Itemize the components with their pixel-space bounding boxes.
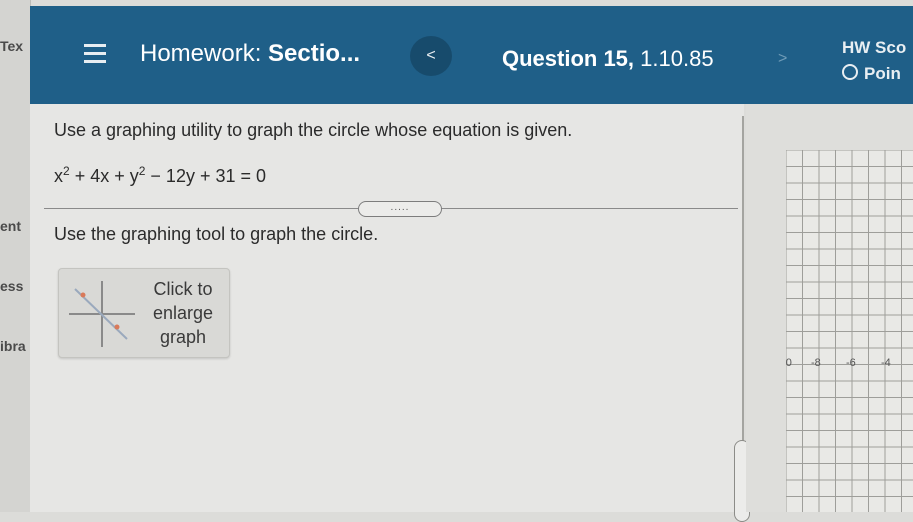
graphing-grid[interactable]: -10 -8 -6 -4 — [786, 150, 913, 512]
background-label: ess — [0, 278, 24, 294]
chevron-left-icon: < — [426, 47, 436, 64]
question-label: Question 15, — [502, 46, 635, 71]
homework-title: Homework: Sectio... — [140, 40, 360, 68]
hamburger-menu-icon[interactable] — [84, 44, 106, 64]
chevron-right-icon: > — [778, 50, 788, 67]
previous-question-button[interactable]: < — [410, 36, 452, 76]
expand-collapse-button[interactable]: ..... — [358, 201, 442, 217]
points-label: Poin — [864, 64, 901, 83]
graph-thumbnail-icon — [69, 281, 135, 347]
header-bar: Homework: Sectio... < Question 15, 1.10.… — [30, 6, 913, 104]
enlarge-graph-label: Click to enlarge graph — [152, 279, 214, 347]
background-label: ent — [0, 218, 21, 234]
next-question-button[interactable]: > — [778, 50, 787, 68]
points-circle-icon — [842, 64, 858, 80]
hw-score-label: HW Sco — [842, 38, 907, 57]
title-section: Sectio... — [268, 40, 361, 67]
question-content-panel: Use a graphing utility to graph the circ… — [30, 104, 744, 512]
graph-instruction: Use the graphing tool to graph the circl… — [54, 224, 379, 244]
enlarge-graph-button[interactable]: Click to enlarge graph — [58, 268, 230, 358]
x-tick-label: -6 — [846, 357, 856, 369]
title-prefix: Homework: — [140, 40, 262, 67]
question-prompt: Use a graphing utility to graph the circ… — [54, 120, 573, 140]
question-number: 1.10.85 — [640, 46, 714, 71]
x-tick-label: -8 — [811, 357, 821, 369]
question-indicator: Question 15, 1.10.85 — [502, 46, 714, 72]
circle-equation: x2 + 4x + y2 − 12y + 31 = 0 — [54, 164, 267, 186]
points-indicator: Poin — [842, 64, 901, 84]
x-tick-label: -4 — [881, 357, 891, 369]
x-tick-label: -10 — [786, 357, 792, 369]
background-label: Tex — [0, 38, 24, 54]
background-page-strip: Tex ent ess ibra — [0, 0, 31, 512]
background-label: ibra — [0, 338, 26, 354]
